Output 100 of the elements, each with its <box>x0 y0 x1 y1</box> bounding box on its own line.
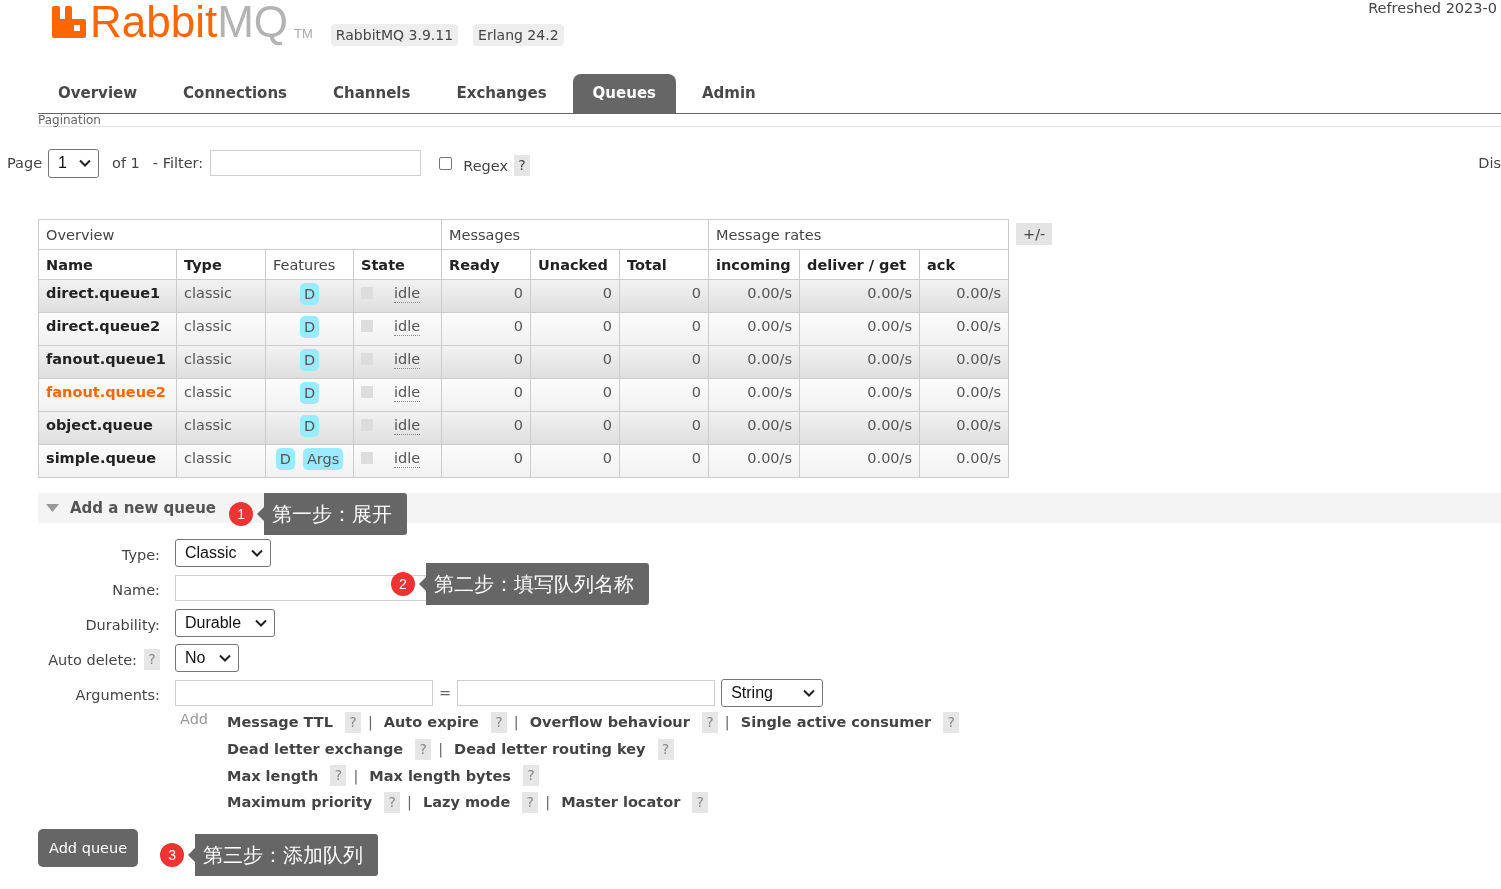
chevron-down-icon <box>802 689 815 697</box>
argument-link[interactable]: Message TTL <box>227 714 333 731</box>
table-cell: 0 <box>530 411 620 445</box>
table-cell: 0.00/s <box>708 312 800 346</box>
argument-link[interactable]: Dead letter exchange <box>227 741 404 758</box>
table-cell: 0 <box>619 345 709 379</box>
argument-link[interactable]: Overflow behaviour <box>529 714 690 731</box>
columns-toggle-button[interactable]: +/- <box>1016 223 1053 245</box>
queue-state-text: idle <box>394 416 421 435</box>
table-cell: 0 <box>530 312 620 346</box>
table-cell: 0.00/s <box>799 378 920 412</box>
queue-state-text: idle <box>394 449 421 468</box>
column-header[interactable]: deliver / get <box>799 249 920 280</box>
table-cell: 0 <box>441 312 531 346</box>
column-header[interactable]: Type <box>176 249 266 280</box>
argument-link[interactable]: Lazy mode <box>423 794 511 811</box>
table-cell: 0 <box>441 345 531 379</box>
help-button[interactable]: ? <box>514 154 530 176</box>
table-cell: 0.00/s <box>708 444 800 478</box>
table-cell: 0.00/s <box>708 411 800 445</box>
separator-text: | <box>545 794 551 811</box>
filter-input[interactable] <box>210 150 422 176</box>
dropdown-select[interactable]: Durable <box>175 609 276 637</box>
table-cell: 0 <box>441 378 531 412</box>
callout-tooltip: 第二步：填写队列名称 <box>419 563 649 605</box>
dropdown-select[interactable]: Classic <box>175 539 271 567</box>
column-header[interactable]: Ready <box>441 249 531 280</box>
separator-text: | <box>513 714 519 731</box>
nav-tab[interactable]: Connections <box>163 74 308 113</box>
dropdown-select[interactable]: String <box>721 679 823 707</box>
callout-tooltip: 第一步：展开 <box>257 493 408 535</box>
field-label: Name: <box>112 581 160 598</box>
table-cell: 0.00/s <box>799 345 920 379</box>
nav-tab[interactable]: Overview <box>38 74 158 113</box>
separator-text: | <box>438 741 444 758</box>
argument-link[interactable]: Max length bytes <box>369 767 511 784</box>
step-number-badge: 2 <box>391 572 415 596</box>
equals-text: = <box>439 685 452 701</box>
table-cell: 0 <box>441 411 531 445</box>
regex-label: Regex <box>463 158 508 174</box>
argument-link[interactable]: Master locator <box>561 794 681 811</box>
table-cell: classic <box>176 312 266 346</box>
section-heading: Pagination <box>38 113 101 127</box>
rabbit-logo-icon <box>52 6 86 38</box>
dropdown-select[interactable]: No <box>175 644 240 672</box>
nav-tab[interactable]: Admin <box>682 74 776 113</box>
column-header[interactable]: State <box>353 249 442 280</box>
column-header[interactable]: Total <box>619 249 709 280</box>
table-cell: 0.00/s <box>919 444 1009 478</box>
nav-tab[interactable]: Exchanges <box>436 74 567 113</box>
chevron-down-icon <box>219 654 232 662</box>
chevron-down-icon <box>255 619 268 627</box>
table-cell: 0 <box>441 444 531 478</box>
feature-badge: D <box>299 349 320 371</box>
add-queue-button[interactable]: Add queue <box>38 828 139 867</box>
argument-link[interactable]: Auto expire <box>383 714 479 731</box>
page-select[interactable]: 1 <box>48 148 99 178</box>
table-cell: 0 <box>530 279 620 313</box>
table-cell: 0 <box>619 378 709 412</box>
section-title[interactable]: Add a new queue <box>70 499 217 517</box>
argument-value-input[interactable] <box>457 680 716 706</box>
argument-link[interactable]: Dead letter routing key <box>454 741 646 758</box>
feature-badge: D <box>275 448 295 470</box>
status-square-icon <box>361 386 373 398</box>
table-cell: 0.00/s <box>919 411 1009 445</box>
argument-link[interactable]: Single active consumer <box>740 714 932 731</box>
argument-link[interactable]: Maximum priority <box>227 794 373 811</box>
version-badge: RabbitMQ 3.9.11 <box>330 24 459 46</box>
column-header[interactable]: Name <box>38 249 177 280</box>
column-header[interactable]: ack <box>919 249 1009 280</box>
logo-wordmark: RabbitMQ <box>90 0 289 44</box>
table-cell: 0.00/s <box>919 279 1009 313</box>
nav-tab[interactable]: Queues <box>572 74 676 113</box>
page-count-text: of 1 <box>112 155 140 171</box>
table-cell: 0.00/s <box>919 312 1009 346</box>
step-number-badge: 1 <box>229 502 254 526</box>
column-header[interactable]: Unacked <box>530 249 620 280</box>
table-cell: 0 <box>619 411 709 445</box>
argument-link[interactable]: Max length <box>227 767 319 784</box>
queue-state-text: idle <box>394 350 421 369</box>
table-cell: 0 <box>530 378 620 412</box>
regex-checkbox[interactable] <box>439 156 453 170</box>
nav-tab[interactable]: Channels <box>313 74 431 113</box>
column-header[interactable]: incoming <box>708 249 800 280</box>
page-label: Page <box>7 155 43 171</box>
argument-key-input[interactable] <box>175 680 433 706</box>
table-cell: 0 <box>441 279 531 313</box>
table-cell: 0 <box>619 279 709 313</box>
field-label: Durability: <box>85 616 160 633</box>
side-text: Dis <box>1478 155 1501 171</box>
table-cell: 0.00/s <box>708 279 800 313</box>
table-cell: 0.00/s <box>708 378 800 412</box>
callout-tooltip: 第三步：添加队列 <box>188 833 379 876</box>
refresh-timestamp: Refreshed 2023-0 <box>1368 0 1498 16</box>
queue-state-text: idle <box>394 284 421 303</box>
triangle-down-icon[interactable] <box>46 504 59 512</box>
table-cell: classic <box>176 378 266 412</box>
column-group-header: Messages <box>441 219 709 250</box>
field-label: Auto delete: <box>48 651 137 668</box>
feature-badge: D <box>299 283 320 305</box>
